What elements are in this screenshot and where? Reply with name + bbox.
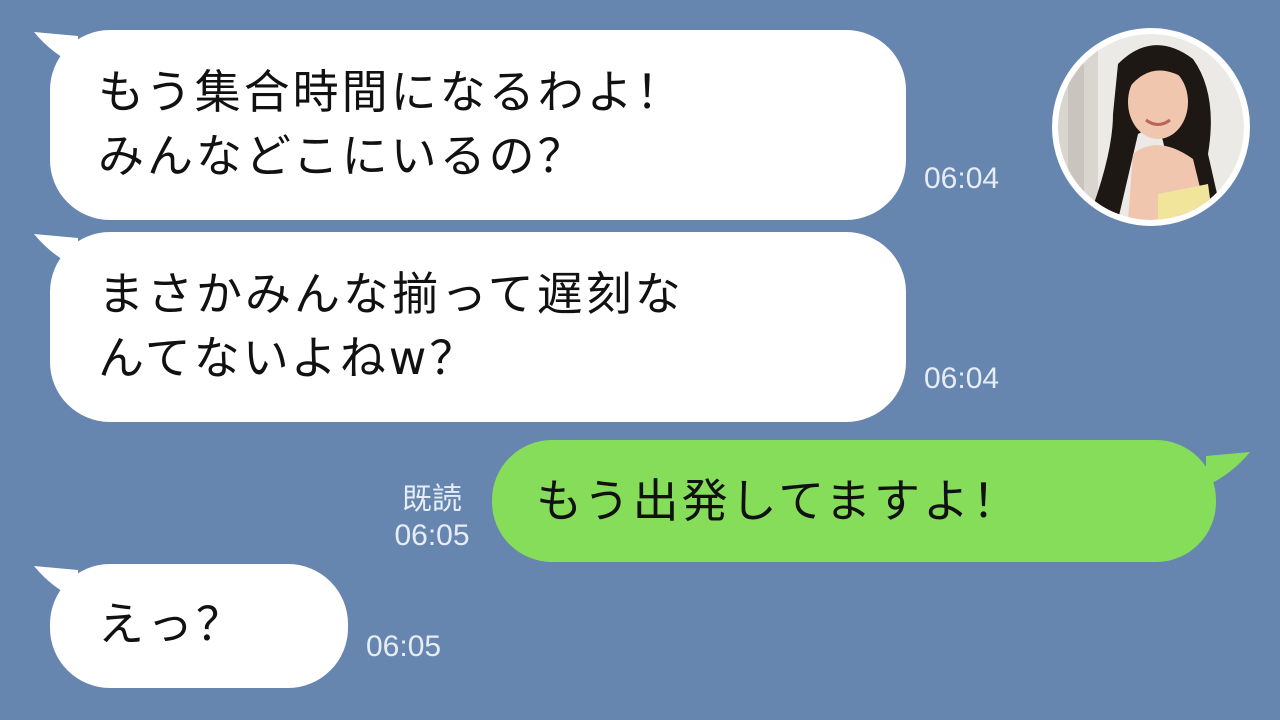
message-text-line: もう出発してますよ！ xyxy=(536,474,1021,528)
bubble-tail-icon xyxy=(34,566,78,600)
incoming-message-bubble[interactable]: もう集合時間になるわよ！ みんなどこにいるの？ xyxy=(34,30,906,220)
incoming-message-bubble[interactable]: えっ？ xyxy=(34,564,348,688)
outgoing-message-bubble[interactable]: もう出発してますよ！ xyxy=(492,440,1250,562)
message-text-line: えっ？ xyxy=(98,597,245,651)
message-text-line: まさかみんな揃って遅刻な xyxy=(98,267,684,321)
message-timestamp: 06:05 xyxy=(394,519,470,552)
read-label: 既読 xyxy=(402,483,462,516)
message-text-line: んてないよねw？ xyxy=(98,331,479,385)
message-text-line: みんなどこにいるの？ xyxy=(98,129,587,183)
contact-avatar[interactable] xyxy=(1052,28,1250,226)
message-text-line: もう集合時間になるわよ！ xyxy=(98,65,685,119)
bubble-tail-icon xyxy=(34,32,78,66)
message-timestamp: 06:05 xyxy=(366,630,442,663)
message-timestamp: 06:04 xyxy=(924,362,1000,395)
read-receipt: 既読 06:05 xyxy=(382,482,482,554)
bubble-tail-icon xyxy=(34,234,78,268)
bubble-tail-icon xyxy=(1206,452,1250,486)
message-timestamp: 06:04 xyxy=(924,162,1000,195)
avatar-photo-icon xyxy=(1058,34,1244,220)
incoming-message-bubble[interactable]: まさかみんな揃って遅刻な んてないよねw？ xyxy=(34,232,906,422)
